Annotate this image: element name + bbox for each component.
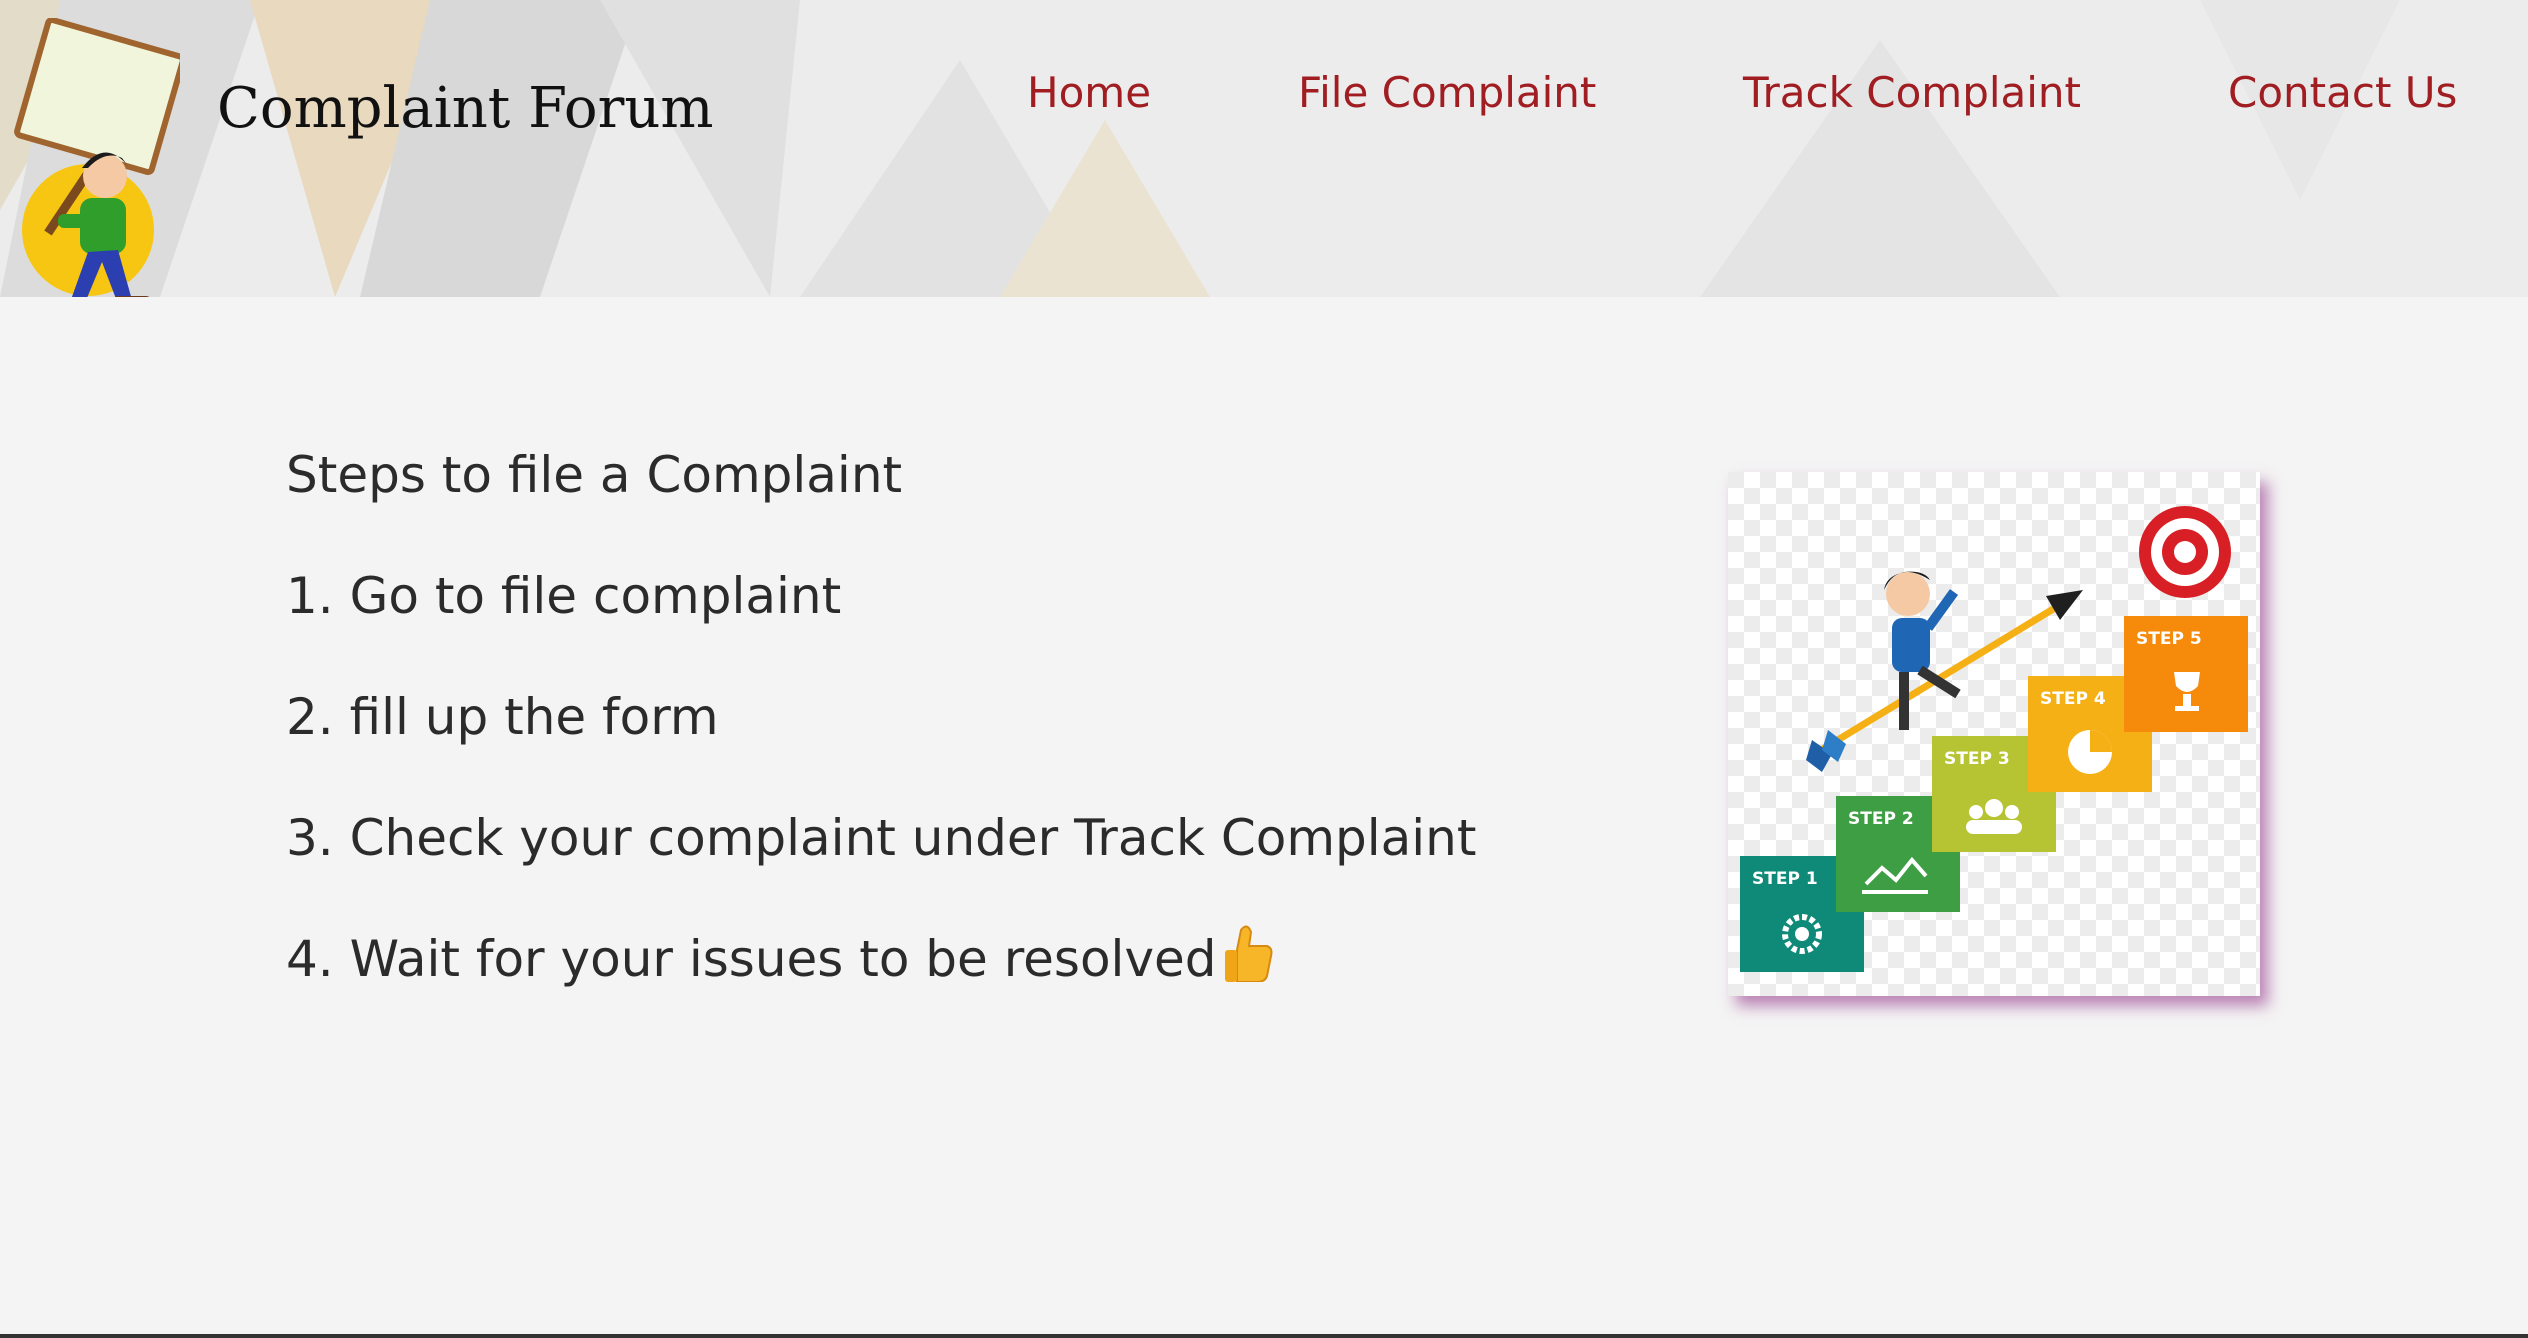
- page-bottom-border: [0, 1334, 2528, 1338]
- site-title: Complaint Forum: [217, 76, 714, 141]
- step-label: STEP 1: [1752, 869, 1818, 889]
- step-item: 1. Go to file complaint: [286, 567, 842, 625]
- step-label: STEP 5: [2136, 629, 2202, 649]
- target-icon: [2139, 506, 2231, 598]
- protester-logo-icon: [14, 18, 180, 297]
- nav-link-file-complaint[interactable]: File Complaint: [1298, 68, 1596, 117]
- step-block-5: STEP 5: [2124, 616, 2248, 732]
- nav-link-contact-us[interactable]: Contact Us: [2228, 68, 2457, 117]
- steps-section: Steps to file a Complaint 1. Go to file …: [286, 440, 1536, 1045]
- step-item: 2. fill up the form: [286, 688, 719, 746]
- header-background-pattern: [0, 0, 2400, 297]
- nav-link-home[interactable]: Home: [1027, 68, 1151, 117]
- step-item: 3. Check your complaint under Track Comp…: [286, 809, 1477, 867]
- step-item-text: 4. Wait for your issues to be resolved: [286, 930, 1217, 988]
- nav-link-track-complaint[interactable]: Track Complaint: [1743, 68, 2081, 117]
- step-label: STEP 2: [1848, 809, 1914, 829]
- step-label: STEP 3: [1944, 749, 2010, 769]
- steps-illustration: STEP 1 STEP 2 STEP 3 STEP 4 STEP 5: [1728, 472, 2260, 996]
- steps-heading: Steps to file a Complaint: [286, 446, 903, 504]
- step-label: STEP 4: [2040, 689, 2106, 709]
- thumbs-up-icon: [1224, 925, 1273, 982]
- step-item: 4. Wait for your issues to be resolved: [286, 924, 1536, 1045]
- site-header: Complaint Forum Home File Complaint Trac…: [0, 0, 2528, 297]
- staircase-steps-image: STEP 1 STEP 2 STEP 3 STEP 4 STEP 5: [1728, 472, 2260, 996]
